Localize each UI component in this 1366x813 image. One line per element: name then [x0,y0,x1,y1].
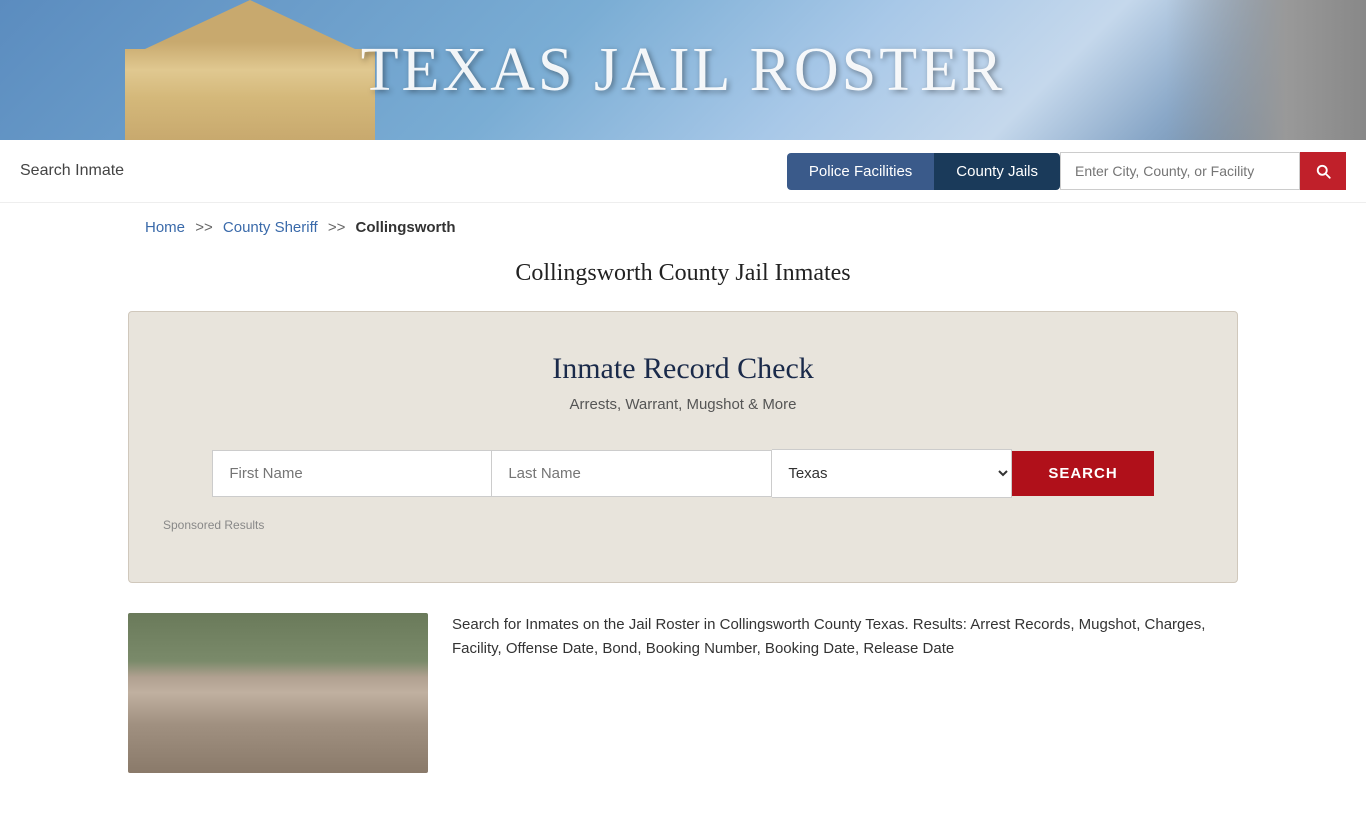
capitol-building-image [125,0,375,140]
breadcrumb-home[interactable]: Home [145,219,185,236]
record-check-subtitle: Arrests, Warrant, Mugshot & More [159,396,1207,413]
breadcrumb-sep1: >> [195,219,213,236]
site-title: Texas Jail Roster [361,35,1006,106]
search-icon [1314,162,1332,180]
keys-image [1166,0,1366,140]
record-check-box: Inmate Record Check Arrests, Warrant, Mu… [128,311,1238,583]
bottom-section: Search for Inmates on the Jail Roster in… [128,613,1238,813]
breadcrumb-current: Collingsworth [356,219,456,236]
nav-right: Police Facilities County Jails [787,152,1346,190]
record-check-form: AlabamaAlaskaArizonaArkansasCaliforniaCo… [159,449,1207,498]
header-banner: Texas Jail Roster [0,0,1366,140]
facility-search-button[interactable] [1300,152,1346,190]
search-inmate-label: Search Inmate [20,162,124,180]
record-search-button[interactable]: SEARCH [1012,451,1153,496]
first-name-input[interactable] [212,450,492,497]
county-jails-button[interactable]: County Jails [934,153,1060,190]
last-name-input[interactable] [492,450,772,497]
building-visual [128,613,428,773]
police-facilities-button[interactable]: Police Facilities [787,153,934,190]
county-building-image [128,613,428,773]
facility-search-input[interactable] [1060,152,1300,190]
page-title: Collingsworth County Jail Inmates [125,260,1241,287]
breadcrumb: Home >> County Sheriff >> Collingsworth [125,203,1241,244]
sponsored-label: Sponsored Results [159,518,1207,532]
county-description: Search for Inmates on the Jail Roster in… [452,613,1238,661]
state-select[interactable]: AlabamaAlaskaArizonaArkansasCaliforniaCo… [772,449,1012,498]
nav-bar: Search Inmate Police Facilities County J… [0,140,1366,203]
breadcrumb-sep2: >> [328,219,346,236]
record-check-title: Inmate Record Check [159,352,1207,386]
breadcrumb-county-sheriff[interactable]: County Sheriff [223,219,318,236]
